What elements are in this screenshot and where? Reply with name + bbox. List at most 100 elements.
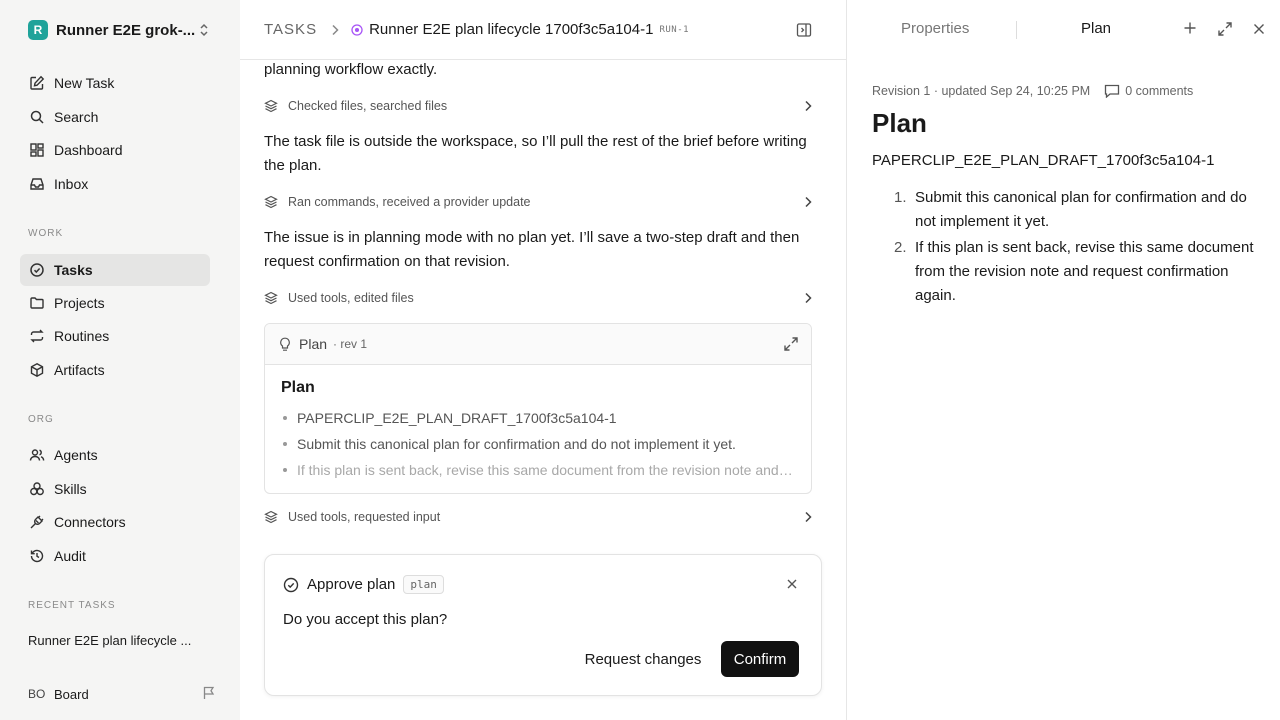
board-label: Board (54, 686, 89, 702)
sidebar-item-label: Connectors (54, 514, 126, 530)
plan-card-body: Plan PAPERCLIP_E2E_PLAN_DRAFT_1700f3c5a1… (265, 365, 811, 483)
sidebar-item-label: Tasks (54, 262, 93, 278)
sidebar-item-inbox[interactable]: Inbox (20, 168, 210, 200)
document-code: PAPERCLIP_E2E_PLAN_DRAFT_1700f3c5a104-1 (872, 152, 1215, 169)
plan-card-list: PAPERCLIP_E2E_PLAN_DRAFT_1700f3c5a104-1 … (281, 405, 795, 483)
sidebar: R Runner E2E grok-... New Task Search Da… (0, 0, 240, 720)
approval-header: Approve plan plan (283, 575, 444, 594)
sidebar-item-new-task[interactable]: New Task (20, 67, 210, 99)
sidebar-item-label: Projects (54, 295, 105, 311)
chevron-right-icon (331, 24, 339, 36)
plan-card-heading: Plan (281, 379, 315, 396)
sidebar-item-label: Audit (54, 548, 86, 564)
list-item-text: If this plan is sent back, revise this s… (915, 239, 1254, 304)
chevron-right-icon (804, 511, 812, 523)
plus-icon[interactable] (1183, 21, 1197, 35)
revision-info: Revision 1 · updated Sep 24, 10:25 PM (872, 84, 1091, 98)
document-list: 1. Submit this canonical plan for confirm… (872, 186, 1262, 310)
sidebar-item-label: Inbox (54, 176, 89, 192)
avatar: BO (28, 687, 46, 701)
sidebar-item-label: Routines (54, 328, 110, 344)
repeat-icon (28, 327, 46, 345)
history-icon (28, 547, 46, 565)
close-icon[interactable] (1253, 23, 1265, 35)
revision-meta: Revision 1 · updated Sep 24, 10:25 PM 0 … (872, 84, 1193, 98)
pencil-square-icon (28, 74, 46, 92)
activity-label: Used tools, requested input (288, 510, 441, 524)
tab-divider (1016, 21, 1017, 39)
section-heading-recent: RECENT TASKS (28, 600, 116, 611)
workspace-switcher[interactable]: R Runner E2E grok-... (28, 19, 218, 41)
list-item: PAPERCLIP_E2E_PLAN_DRAFT_1700f3c5a104-1 (281, 405, 795, 431)
plug-icon (28, 513, 46, 531)
sidebar-item-connectors[interactable]: Connectors (20, 506, 210, 538)
panel-toggle-icon[interactable] (796, 22, 812, 38)
tab-properties[interactable]: Properties (901, 20, 969, 37)
request-changes-button[interactable]: Request changes (575, 641, 711, 677)
sidebar-item-tasks[interactable]: Tasks (20, 254, 210, 286)
task-title: Runner E2E plan lifecycle 1700f3c5a104-1 (369, 21, 654, 38)
task-id-badge: RUN-1 (659, 24, 690, 35)
activity-label: Ran commands, received a provider update (288, 195, 531, 209)
sidebar-item-search[interactable]: Search (20, 101, 210, 133)
comments-link[interactable]: 0 comments (1104, 84, 1193, 98)
message-text: planning workflow exactly. (264, 61, 438, 78)
sidebar-item-label: Agents (54, 447, 98, 463)
main-thread: TASKS Runner E2E plan lifecycle 1700f3c5… (240, 0, 846, 720)
sidebar-item-projects[interactable]: Projects (20, 287, 210, 319)
workspace-name: Runner E2E grok-... (56, 21, 196, 39)
sidebar-item-agents[interactable]: Agents (20, 439, 210, 471)
board-footer[interactable]: BO Board (28, 684, 218, 704)
layers-icon (264, 195, 278, 209)
activity-row[interactable]: Checked files, searched files (264, 96, 814, 116)
right-panel-tabs: Properties Plan (847, 0, 1280, 60)
recent-task-item[interactable]: Runner E2E plan lifecycle ... (28, 633, 208, 648)
sidebar-item-routines[interactable]: Routines (20, 320, 210, 352)
plan-card-rev: · rev 1 (333, 337, 368, 351)
status-circle-icon (351, 23, 363, 36)
sidebar-item-skills[interactable]: Skills (20, 473, 210, 505)
layers-icon (264, 291, 278, 305)
sidebar-item-label: Artifacts (54, 362, 105, 378)
sidebar-item-artifacts[interactable]: Artifacts (20, 354, 210, 386)
layers-icon (264, 510, 278, 524)
expand-icon[interactable] (783, 336, 799, 352)
folder-icon (28, 294, 46, 312)
flag-icon[interactable] (202, 686, 216, 700)
activity-label: Used tools, edited files (288, 291, 414, 305)
chevron-right-icon (804, 100, 812, 112)
top-bar: TASKS Runner E2E plan lifecycle 1700f3c5… (240, 0, 846, 60)
sidebar-item-label: Search (54, 109, 99, 125)
comment-icon (1104, 84, 1120, 98)
workspace-logo: R (28, 20, 48, 40)
list-number: 2. (894, 239, 907, 256)
section-heading-work: WORK (28, 228, 64, 239)
approval-question: Do you accept this plan? (283, 611, 448, 628)
activity-row[interactable]: Ran commands, received a provider update (264, 192, 814, 212)
sidebar-item-label: Skills (54, 481, 87, 497)
approval-card: Approve plan plan Do you accept this pla… (264, 554, 822, 696)
message-text: The issue is in planning mode with no pl… (264, 229, 800, 270)
lightbulb-icon (279, 337, 291, 352)
document-title: Plan (872, 108, 927, 138)
close-icon[interactable] (787, 579, 797, 589)
tab-plan[interactable]: Plan (1081, 20, 1111, 37)
sidebar-item-audit[interactable]: Audit (20, 540, 210, 572)
users-icon (28, 446, 46, 464)
activity-row[interactable]: Used tools, requested input (264, 507, 814, 527)
list-number: 1. (894, 189, 907, 206)
approval-tag: plan (403, 575, 444, 594)
activity-row[interactable]: Used tools, edited files (264, 288, 814, 308)
sidebar-item-label: Dashboard (54, 142, 123, 158)
list-item-text: Submit this canonical plan for confirmat… (915, 189, 1247, 230)
confirm-button[interactable]: Confirm (721, 641, 799, 677)
section-heading-org: ORG (28, 414, 54, 425)
list-item: 2. If this plan is sent back, revise this… (872, 236, 1262, 308)
breadcrumb-root[interactable]: TASKS (264, 21, 317, 38)
sidebar-item-dashboard[interactable]: Dashboard (20, 134, 210, 166)
approval-title: Approve plan (307, 576, 396, 593)
check-circle-icon (28, 261, 46, 279)
plan-card-label: Plan (299, 336, 328, 352)
plan-card[interactable]: Plan · rev 1 Plan PAPERCLIP_E2E_PLAN_DRA… (264, 323, 812, 494)
maximize-icon[interactable] (1217, 21, 1233, 37)
